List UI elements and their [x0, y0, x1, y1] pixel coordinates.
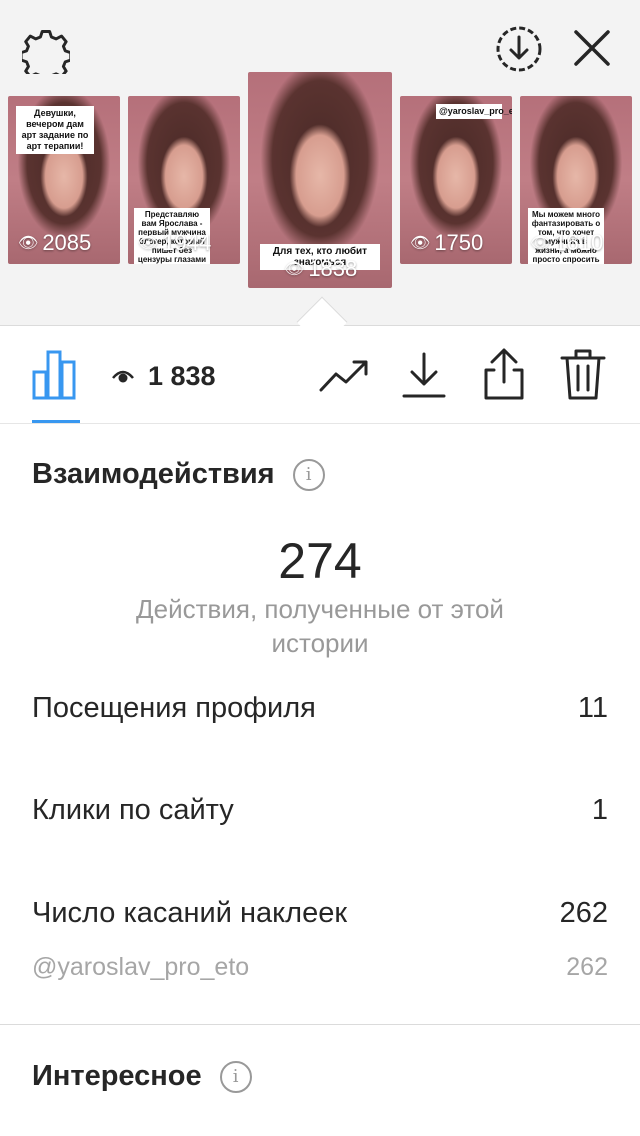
metric-label: Число касаний наклеек — [32, 897, 348, 929]
section-divider — [0, 1024, 640, 1025]
story-view-count: 2085 — [42, 230, 92, 255]
metric-row-profile-visits: Посещения профиля 11 — [32, 692, 608, 725]
info-icon[interactable]: i — [292, 458, 325, 491]
metric-label: Клики по сайту — [32, 794, 234, 826]
info-icon[interactable]: i — [219, 1060, 252, 1093]
story-views: 👁 1750 — [410, 230, 483, 256]
download-icon[interactable] — [400, 350, 448, 400]
discovery-title: Интересное — [32, 1060, 202, 1092]
metric-value: 1 — [591, 794, 608, 826]
story-view-count: 1610 — [554, 230, 604, 255]
trash-icon[interactable] — [558, 346, 608, 402]
metric-row-sticker-taps: Число касаний наклеек 262 — [32, 897, 608, 930]
share-icon[interactable] — [480, 346, 528, 402]
metric-sublabel: @yaroslav_pro_eto — [32, 953, 250, 981]
close-icon[interactable] — [570, 26, 614, 70]
story-view-count: 1750 — [434, 230, 484, 255]
story-view-count: 1944 — [162, 230, 212, 255]
story-caption: Девушки, вечером дам арт задание по арт … — [16, 106, 94, 154]
metric-value: 11 — [577, 692, 608, 724]
metric-subrow-mention[interactable]: @yaroslav_pro_eto 262 — [32, 953, 608, 982]
story-strip: Девушки, вечером дам арт задание по арт … — [0, 0, 640, 326]
bar-chart-icon[interactable] — [30, 348, 82, 400]
discovery-header: Интересное i — [32, 1060, 252, 1093]
metric-value: 262 — [559, 897, 608, 929]
story-caption: @yaroslav_pro_eto — [436, 104, 512, 119]
story-thumbnail[interactable]: Девушки, вечером дам арт задание по арт … — [8, 96, 120, 264]
story-views: 👁 1944 — [138, 230, 211, 256]
eye-icon: 👁 — [18, 235, 39, 252]
story-thumbnail[interactable]: @yaroslav_pro_eto 👁1750 — [400, 96, 512, 264]
eye-icon: 👁 — [138, 235, 159, 252]
metric-row-website-clicks: Клики по сайту 1 — [32, 794, 608, 827]
interactions-total-description: Действия, полученные от этой истории — [136, 594, 504, 658]
story-thumbnail-selected[interactable]: Для тех, кто любит знакомься 👁 1838 — [248, 72, 392, 288]
story-views: 👁 1610 — [530, 230, 603, 256]
eye-icon: 👁 — [530, 235, 551, 252]
story-views: 👁 2085 — [18, 230, 91, 256]
gear-icon[interactable] — [22, 26, 70, 74]
view-count: 1 838 — [112, 356, 216, 396]
metric-label: Посещения профиля — [32, 692, 316, 724]
story-views: 👁 1838 — [284, 256, 357, 282]
eye-icon: 👁 — [284, 261, 305, 278]
story-thumbnail[interactable]: Мы можем много фантазировать о том, что … — [520, 96, 632, 264]
story-thumbnail[interactable]: Представляю вам Ярослава - первый мужчин… — [128, 96, 240, 264]
interactions-title: Взаимодействия — [32, 458, 275, 490]
story-view-count: 1838 — [308, 256, 358, 281]
eye-icon: 👁 — [410, 235, 431, 252]
metric-subvalue: 262 — [566, 953, 608, 981]
trend-icon[interactable] — [318, 352, 370, 396]
view-count-value: 1 838 — [148, 360, 216, 391]
active-tab-indicator — [32, 420, 80, 423]
download-circle-icon[interactable] — [494, 24, 544, 74]
eye-icon — [112, 370, 134, 383]
interactions-header: Взаимодействия i — [32, 458, 325, 491]
insights-toolbar: 1 838 — [0, 326, 640, 424]
interactions-total: 274 — [278, 533, 362, 589]
